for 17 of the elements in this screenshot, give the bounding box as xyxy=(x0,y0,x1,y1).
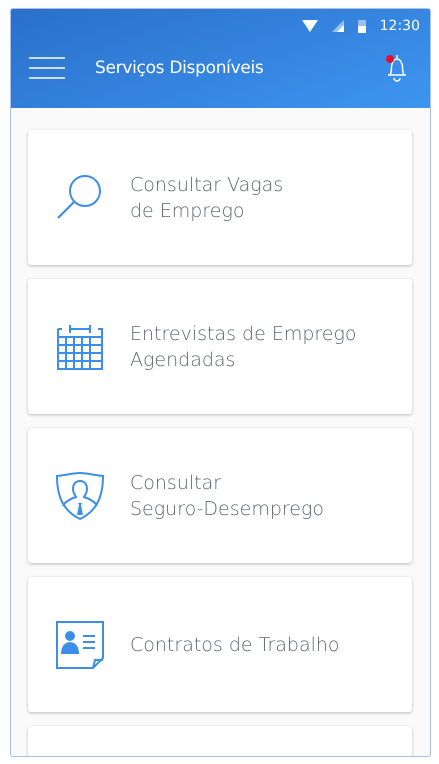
service-label: Contratos de Trabalho xyxy=(130,632,340,658)
service-card[interactable]: Consultar Vagas de Emprego xyxy=(28,130,412,265)
service-card[interactable]: Contratos de Trabalho xyxy=(28,577,412,712)
service-card[interactable]: Entrevistas de Emprego Agendadas xyxy=(28,279,412,414)
app-title: Serviços Disponíveis xyxy=(95,58,264,78)
service-card[interactable]: Consultar Seguro-Desemprego xyxy=(28,428,412,563)
shield-person-icon xyxy=(55,470,105,520)
calendar-icon xyxy=(56,322,104,370)
battery-icon xyxy=(358,19,366,33)
wifi-icon xyxy=(302,20,318,32)
service-label: Entrevistas de Emprego Agendadas xyxy=(130,322,357,372)
signal-icon xyxy=(332,20,344,32)
menu-icon[interactable] xyxy=(29,57,65,79)
contract-card-icon xyxy=(55,620,105,670)
service-label: Consultar Seguro-Desemprego xyxy=(130,470,324,522)
service-label: Consultar Vagas de Emprego xyxy=(130,172,284,224)
status-time: 12:30 xyxy=(380,18,420,34)
